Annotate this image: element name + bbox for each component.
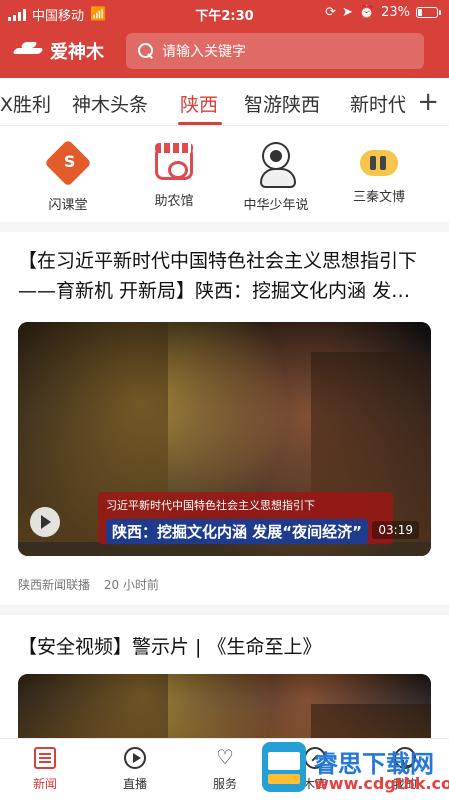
video-image [18, 674, 431, 738]
quick-label: 中华少年说 [243, 198, 309, 213]
alarm-icon: ⏰ [358, 5, 376, 20]
farm-store-icon [155, 143, 193, 180]
quick-label: 三秦文博 [352, 190, 405, 205]
news-icon [34, 747, 56, 769]
tab-shaanxi[interactable]: 陕西 [180, 90, 218, 117]
quick-item-farm-store[interactable]: 助农馆 [118, 142, 230, 209]
video-thumbnail[interactable]: 习近平新时代中国特色社会主义思想指引下 陕西：挖掘文化内涵 发展“夜间经济” 0… [18, 322, 431, 556]
watermark: 睿思下载网 www.cdgthk.com [262, 740, 449, 800]
nav-item-service[interactable]: 服务 [180, 745, 270, 792]
live-icon [124, 747, 146, 769]
lock-rotation-icon: ⟳ [325, 5, 336, 20]
play-icon[interactable] [30, 507, 60, 537]
section-divider [0, 222, 449, 232]
video-duration: 03:19 [372, 521, 419, 539]
quick-item-youth-speak[interactable]: 中华少年说 [220, 142, 332, 213]
battery-percent: 23% [381, 5, 410, 20]
quick-label: 助农馆 [154, 194, 194, 209]
tab-partial-left[interactable]: X胜利 [0, 90, 51, 117]
youth-speak-icon [260, 142, 296, 188]
watermark-logo-icon [262, 742, 306, 792]
caption-line-1: 习近平新时代中国特色社会主义思想指引下 [106, 499, 315, 512]
quick-menu: 闪课堂 助农馆 中华少年说 三秦文博 [0, 128, 449, 222]
status-bar: 中国移动 📶 下午2:30 ⟳ ➤ ⏰ 23% [0, 0, 449, 26]
article-meta: 陕西新闻联播 20 小时前 [18, 576, 169, 593]
search-placeholder: 请输入关键字 [162, 44, 246, 60]
article-card[interactable]: 【在习近平新时代中国特色社会主义思想指引下——育新机 开新局】陕西：挖掘文化内涵… [18, 246, 431, 306]
video-caption: 习近平新时代中国特色社会主义思想指引下 陕西：挖掘文化内涵 发展“夜间经济” [98, 492, 393, 544]
nav-item-live[interactable]: 直播 [90, 747, 180, 792]
article-time: 20 小时前 [103, 578, 159, 592]
caption-line-2: 陕西：挖掘文化内涵 发展“夜间经济” [106, 519, 368, 544]
search-input[interactable]: 请输入关键字 [126, 33, 424, 69]
tab-new-era[interactable]: 新时代 [350, 90, 405, 117]
video-thumbnail[interactable] [18, 674, 431, 738]
tab-active-underline [178, 122, 222, 125]
header: 中国移动 📶 下午2:30 ⟳ ➤ ⏰ 23% 爱神木 请输入关键字 [0, 0, 449, 78]
article-card[interactable]: 【安全视频】警示片 | 《生命至上》 [18, 632, 431, 662]
channel-tabs: X胜利 神木头条 陕西 智游陕西 新时代 + [0, 78, 449, 126]
status-right: ⟳ ➤ ⏰ 23% [325, 5, 441, 20]
nav-label: 服务 [212, 777, 237, 791]
section-divider [0, 605, 449, 615]
tab-shenmu-headlines[interactable]: 神木头条 [72, 90, 148, 117]
location-icon: ➤ [342, 5, 353, 20]
app-logo[interactable]: 爱神木 [14, 38, 104, 64]
museum-icon [360, 150, 398, 176]
quick-item-museum[interactable]: 三秦文博 [323, 142, 435, 205]
search-icon [138, 43, 154, 59]
logo-mark-icon [14, 42, 44, 60]
battery-icon [416, 7, 441, 18]
app-screen: 中国移动 📶 下午2:30 ⟳ ➤ ⏰ 23% 爱神木 请输入关键字 X胜利 神… [0, 0, 449, 800]
nav-item-news[interactable]: 新闻 [0, 747, 90, 792]
watermark-url: www.cdgthk.com [314, 774, 449, 793]
quick-item-flash-class[interactable]: 闪课堂 [12, 139, 124, 213]
article-title[interactable]: 【安全视频】警示片 | 《生命至上》 [18, 632, 431, 662]
tab-smart-tour[interactable]: 智游陕西 [244, 90, 320, 117]
add-channel-icon[interactable]: + [417, 87, 439, 117]
article-source: 陕西新闻联播 [18, 578, 91, 592]
article-title[interactable]: 【在习近平新时代中国特色社会主义思想指引下——育新机 开新局】陕西：挖掘文化内涵… [18, 246, 431, 306]
flash-class-icon [44, 139, 92, 187]
service-icon [214, 745, 236, 769]
nav-label: 直播 [122, 777, 147, 791]
app-bar: 爱神木 请输入关键字 [0, 26, 449, 78]
quick-label: 闪课堂 [48, 198, 88, 213]
nav-label: 新闻 [32, 777, 57, 791]
logo-text: 爱神木 [50, 42, 104, 63]
